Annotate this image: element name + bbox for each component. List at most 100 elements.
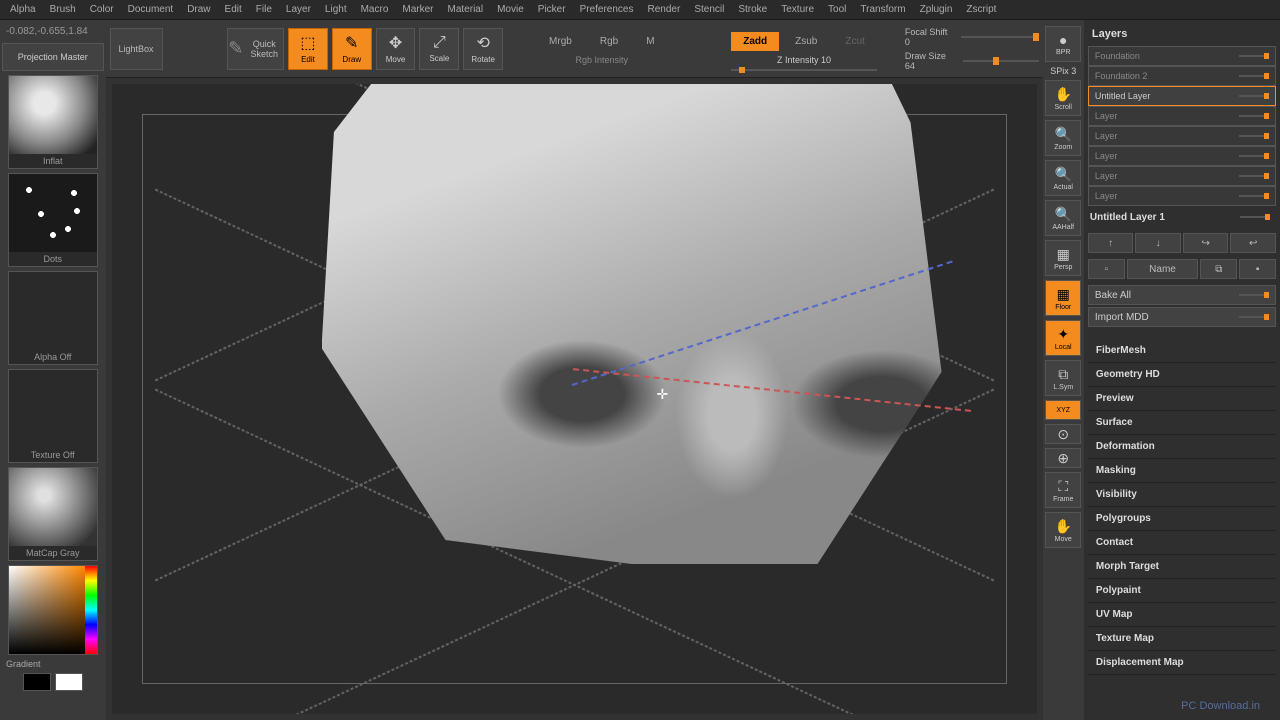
quick-sketch-button[interactable]: ✎ Quick Sketch	[227, 28, 284, 70]
menu-color[interactable]: Color	[84, 2, 120, 17]
layer-row[interactable]: Untitled Layer	[1088, 86, 1276, 106]
layer-up-button[interactable]: ↑	[1088, 233, 1134, 253]
menu-tool[interactable]: Tool	[822, 2, 852, 17]
accordion-surface[interactable]: Surface	[1088, 411, 1276, 435]
color-swatch-black[interactable]	[23, 673, 51, 691]
accordion-texture-map[interactable]: Texture Map	[1088, 627, 1276, 651]
rotate-button[interactable]: ⟲Rotate	[463, 28, 503, 70]
rgb-button[interactable]: Rgb	[588, 32, 630, 51]
edit-button[interactable]: ⬚Edit	[288, 28, 328, 70]
menu-stroke[interactable]: Stroke	[732, 2, 773, 17]
menu-stencil[interactable]: Stencil	[688, 2, 730, 17]
menu-material[interactable]: Material	[442, 2, 490, 17]
menu-preferences[interactable]: Preferences	[574, 2, 640, 17]
stroke-thumbnail[interactable]: Dots	[8, 173, 98, 267]
accordion-masking[interactable]: Masking	[1088, 459, 1276, 483]
zoom-button[interactable]: 🔍Zoom	[1045, 120, 1081, 156]
actual-button[interactable]: 🔍Actual	[1045, 160, 1081, 196]
zadd-button[interactable]: Zadd	[731, 32, 779, 51]
menu-marker[interactable]: Marker	[396, 2, 439, 17]
bake-all-button[interactable]: Bake All	[1088, 285, 1276, 305]
accordion-preview[interactable]: Preview	[1088, 387, 1276, 411]
menu-brush[interactable]: Brush	[44, 2, 82, 17]
accordion-polypaint[interactable]: Polypaint	[1088, 579, 1276, 603]
menu-light[interactable]: Light	[319, 2, 353, 17]
bpr-button[interactable]: ●BPR	[1045, 26, 1081, 62]
menu-file[interactable]: File	[250, 2, 278, 17]
import-mdd-button[interactable]: Import MDD	[1088, 307, 1276, 327]
accordion-displacement-map[interactable]: Displacement Map	[1088, 651, 1276, 675]
cursor-icon: ✛	[657, 386, 669, 403]
accordion-deformation[interactable]: Deformation	[1088, 435, 1276, 459]
scroll-button[interactable]: ✋Scroll	[1045, 80, 1081, 116]
layer-new-button[interactable]: ▫	[1088, 259, 1125, 279]
layer-row[interactable]: Layer	[1088, 126, 1276, 146]
layer-del-button[interactable]: ▪	[1239, 259, 1276, 279]
hue-strip[interactable]	[85, 566, 97, 654]
menu-texture[interactable]: Texture	[775, 2, 820, 17]
alpha-thumbnail[interactable]: Alpha Off	[8, 271, 98, 365]
menu-render[interactable]: Render	[642, 2, 687, 17]
draw-button[interactable]: ✎Draw	[332, 28, 372, 70]
accordion-contact[interactable]: Contact	[1088, 531, 1276, 555]
lsym-button[interactable]: ⧉L.Sym	[1045, 360, 1081, 396]
move-view-button[interactable]: ✋Move	[1045, 512, 1081, 548]
menu-bar: AlphaBrushColorDocumentDrawEditFileLayer…	[0, 0, 1280, 20]
persp-button[interactable]: ▦Persp	[1045, 240, 1081, 276]
layer-row[interactable]: Layer	[1088, 166, 1276, 186]
menu-picker[interactable]: Picker	[532, 2, 572, 17]
layer-row[interactable]: Foundation 2	[1088, 66, 1276, 86]
mrgb-button[interactable]: Mrgb	[537, 32, 584, 51]
accordion-uv-map[interactable]: UV Map	[1088, 603, 1276, 627]
color-picker[interactable]	[8, 565, 98, 655]
layer-name-button[interactable]: Name	[1127, 259, 1199, 279]
menu-macro[interactable]: Macro	[355, 2, 395, 17]
focal-shift-slider[interactable]: Focal Shift 0	[905, 27, 1039, 47]
menu-document[interactable]: Document	[122, 2, 180, 17]
lightbox-button[interactable]: LightBox	[110, 28, 163, 70]
layer-fwd-button[interactable]: ↪	[1183, 233, 1229, 253]
menu-edit[interactable]: Edit	[219, 2, 248, 17]
color-swatch-white[interactable]	[55, 673, 83, 691]
menu-transform[interactable]: Transform	[854, 2, 911, 17]
scale-button[interactable]: ⤢Scale	[419, 28, 459, 70]
menu-movie[interactable]: Movie	[491, 2, 530, 17]
transp-button[interactable]: ⊕	[1045, 448, 1081, 468]
move-button[interactable]: ✥Move	[376, 28, 416, 70]
accordion-morph-target[interactable]: Morph Target	[1088, 555, 1276, 579]
zcut-button[interactable]: Zcut	[833, 32, 876, 51]
layer-row[interactable]: Layer	[1088, 146, 1276, 166]
menu-draw[interactable]: Draw	[181, 2, 216, 17]
m-button[interactable]: M	[634, 32, 666, 51]
saturation-value-area[interactable]	[9, 566, 85, 654]
xyz-button[interactable]: XYZ	[1045, 400, 1081, 420]
zsub-button[interactable]: Zsub	[783, 32, 829, 51]
texture-thumbnail[interactable]: Texture Off	[8, 369, 98, 463]
menu-zscript[interactable]: Zscript	[960, 2, 1002, 17]
local-button[interactable]: ✦Local	[1045, 320, 1081, 356]
layer-dup-button[interactable]: ⧉	[1200, 259, 1237, 279]
aahalf-button[interactable]: 🔍AAHalf	[1045, 200, 1081, 236]
accordion-fibermesh[interactable]: FiberMesh	[1088, 339, 1276, 363]
frame-button[interactable]: ⛶Frame	[1045, 472, 1081, 508]
menu-zplugin[interactable]: Zplugin	[914, 2, 959, 17]
z-intensity-slider[interactable]: Z Intensity 10	[731, 55, 877, 65]
layer-row[interactable]: Foundation	[1088, 46, 1276, 66]
layer-back-button[interactable]: ↩	[1230, 233, 1276, 253]
canvas-viewport[interactable]: ✛	[112, 84, 1037, 714]
solo-button[interactable]: ⊙	[1045, 424, 1081, 444]
draw-size-slider[interactable]: Draw Size 64	[905, 51, 1039, 71]
layer-row[interactable]: Layer	[1088, 186, 1276, 206]
accordion-geometry-hd[interactable]: Geometry HD	[1088, 363, 1276, 387]
floor-button[interactable]: ▦Floor	[1045, 280, 1081, 316]
accordion-visibility[interactable]: Visibility	[1088, 483, 1276, 507]
texture-label: Texture Off	[29, 448, 77, 462]
accordion-polygroups[interactable]: Polygroups	[1088, 507, 1276, 531]
material-thumbnail[interactable]: MatCap Gray	[8, 467, 98, 561]
menu-alpha[interactable]: Alpha	[4, 2, 42, 17]
layer-row[interactable]: Layer	[1088, 106, 1276, 126]
projection-master-button[interactable]: Projection Master	[2, 43, 104, 71]
menu-layer[interactable]: Layer	[280, 2, 317, 17]
brush-thumbnail[interactable]: Inflat	[8, 75, 98, 169]
layer-down-button[interactable]: ↓	[1135, 233, 1181, 253]
